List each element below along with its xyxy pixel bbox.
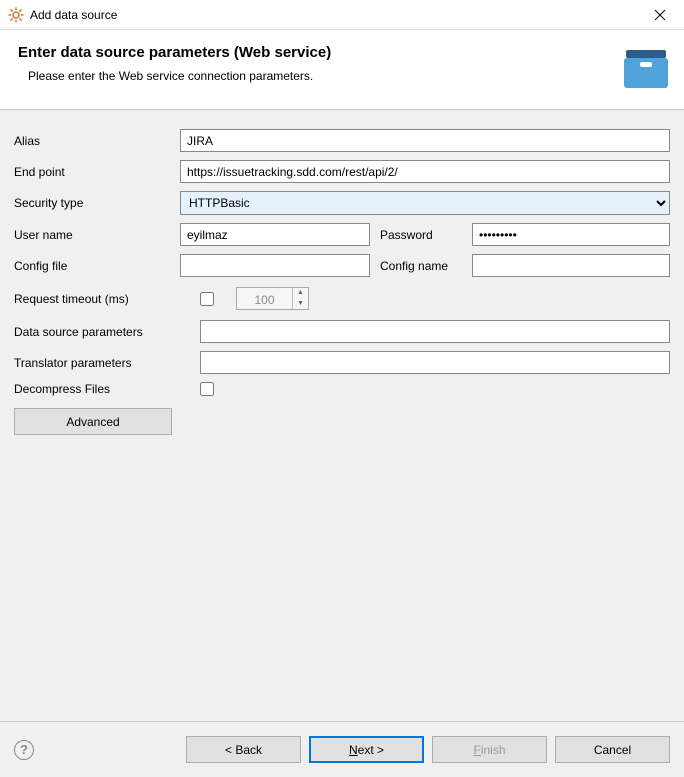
config-name-input[interactable]	[472, 254, 670, 277]
alias-input[interactable]	[180, 129, 670, 152]
titlebar: Add data source	[0, 0, 684, 30]
finish-button: Finish	[432, 736, 547, 763]
spinner-down-icon[interactable]: ▼	[293, 299, 308, 310]
username-input[interactable]	[180, 223, 370, 246]
config-name-label: Config name	[376, 259, 466, 273]
timeout-checkbox[interactable]	[200, 292, 214, 306]
ds-params-input[interactable]	[200, 320, 670, 343]
timeout-label: Request timeout (ms)	[14, 292, 194, 306]
back-button[interactable]: < Back	[186, 736, 301, 763]
page-title: Enter data source parameters (Web servic…	[18, 44, 666, 61]
translator-params-label: Translator parameters	[14, 356, 194, 370]
password-input[interactable]	[472, 223, 670, 246]
help-icon[interactable]: ?	[14, 740, 34, 760]
wizard-footer: ? < Back Next > Finish Cancel	[0, 721, 684, 777]
wizard-header: Enter data source parameters (Web servic…	[0, 30, 684, 110]
archive-box-icon	[622, 48, 670, 95]
username-label: User name	[14, 228, 174, 242]
cancel-button[interactable]: Cancel	[555, 736, 670, 763]
gear-icon	[8, 7, 24, 23]
timeout-spinner[interactable]: ▲ ▼	[236, 287, 309, 310]
window-title: Add data source	[30, 8, 644, 22]
spinner-up-icon[interactable]: ▲	[293, 288, 308, 299]
security-type-select[interactable]: HTTPBasic	[180, 191, 670, 215]
security-type-label: Security type	[14, 196, 174, 210]
ds-params-label: Data source parameters	[14, 325, 194, 339]
next-button[interactable]: Next >	[309, 736, 424, 763]
form-area: Alias End point Security type HTTPBasic …	[0, 110, 684, 750]
advanced-button[interactable]: Advanced	[14, 408, 172, 435]
alias-label: Alias	[14, 134, 174, 148]
config-file-label: Config file	[14, 259, 174, 273]
close-icon[interactable]	[644, 0, 676, 30]
password-label: Password	[376, 228, 466, 242]
endpoint-label: End point	[14, 165, 174, 179]
translator-params-input[interactable]	[200, 351, 670, 374]
decompress-label: Decompress Files	[14, 382, 194, 396]
endpoint-input[interactable]	[180, 160, 670, 183]
timeout-value	[237, 288, 292, 311]
config-file-input[interactable]	[180, 254, 370, 277]
decompress-checkbox[interactable]	[200, 382, 214, 396]
page-subtitle: Please enter the Web service connection …	[28, 69, 666, 83]
